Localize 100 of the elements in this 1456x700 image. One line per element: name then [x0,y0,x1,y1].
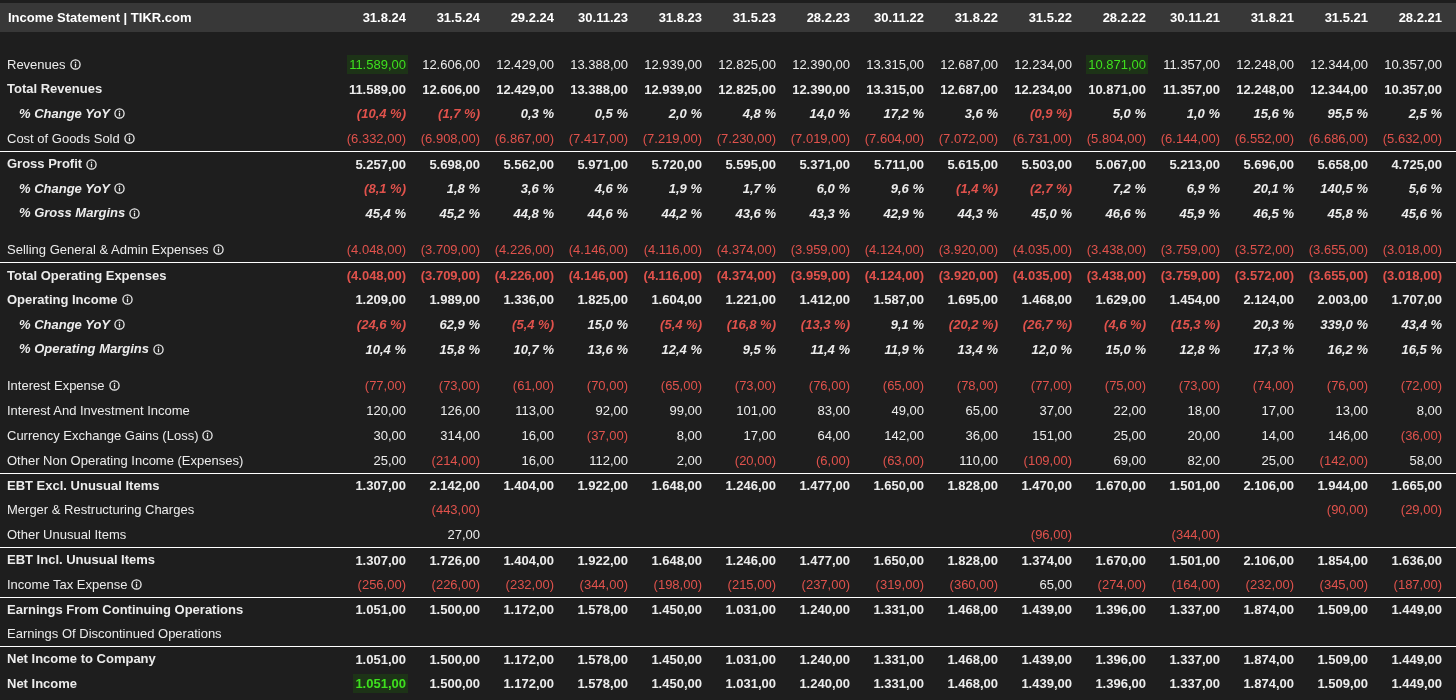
table-cell-text: 44,2 % [660,204,703,223]
table-cell-text: 11,4 % [809,340,851,359]
info-icon[interactable] [129,207,141,219]
table-cell-text: 1.307,00 [354,551,407,570]
table-cell-text: (344,00) [1170,526,1221,545]
table-cell-text: (7.019,00) [789,130,851,149]
table-cell-text: 1.874,00 [1242,650,1295,669]
table-cell-text: 112,00 [588,451,629,470]
table-cell-text: (6.908,00) [419,130,481,149]
table-cell-text: 1.648,00 [650,477,703,496]
info-icon[interactable] [114,108,126,120]
table-cell-text: (5.804,00) [1085,130,1147,149]
info-icon[interactable] [114,318,126,330]
table-cell-text: 5.257,00 [354,155,407,174]
table-cell-text: 3,6 % [519,179,555,198]
table-cell-text: 15,0 % [586,315,629,334]
info-icon[interactable] [123,133,135,145]
table-cell-text: 1.629,00 [1094,291,1147,310]
table-cell-text: (237,00) [800,575,851,594]
table-cell-text: (214,00) [430,451,481,470]
table-cell-text: 11,9 % [883,340,925,359]
table-cell-text: 1,9 % [667,179,703,198]
table-cell-text: 1.240,00 [798,601,851,620]
table-cell-text: 11.589,00 [347,80,407,99]
table-cell-text: 4,6 % [593,179,629,198]
table-cell-text: 1.336,00 [502,291,555,310]
table-cell-text: 12.234,00 [1013,80,1073,99]
table-cell-text: (13,3 %) [799,315,851,334]
row-label: Income Tax Expense [7,575,128,594]
table-cell-text: (164,00) [1170,575,1221,594]
table-cell-text: 1.578,00 [576,601,629,620]
info-icon[interactable] [202,430,214,442]
table-cell-text: 1,8 % [445,179,481,198]
table-cell-text: 1.477,00 [798,551,851,570]
period-header: 29.2.24 [509,8,555,27]
table-cell-text: 5.213,00 [1168,155,1221,174]
table-cell-text: 1.854,00 [1316,551,1369,570]
info-icon[interactable] [153,343,165,355]
table-cell-text: (1,4 %) [955,179,999,198]
info-icon[interactable] [114,182,126,194]
table-cell-text: 1.337,00 [1168,601,1221,620]
period-header: 30.11.22 [873,8,925,27]
table-cell-text: 45,8 % [1326,204,1369,223]
info-icon[interactable] [108,380,120,392]
table-cell-text: (4.146,00) [567,266,629,285]
table-cell-text: 13.315,00 [865,55,925,74]
table-cell-text: 20,1 % [1252,179,1295,198]
table-cell-text: 110,00 [958,451,999,470]
info-icon[interactable] [121,294,133,306]
table-cell-text: (76,00) [807,377,851,396]
table-cell-text: 12.606,00 [421,55,481,74]
table-cell-text: 1.828,00 [946,551,999,570]
period-header: 31.5.24 [435,8,481,27]
table-cell-text: 140,5 % [1319,179,1369,198]
table-cell-text: (6,00) [815,451,851,470]
table-cell-text: (3.438,00) [1085,241,1147,260]
table-cell-text: 45,6 % [1400,204,1443,223]
table-cell-text: 1.500,00 [428,601,481,620]
period-header: 31.5.23 [731,8,777,27]
table-cell-text: 5.371,00 [798,155,851,174]
table-cell-text: 9,6 % [889,179,925,198]
table-cell-text: (0,9 %) [1029,105,1073,124]
period-header: 31.8.21 [1249,8,1295,27]
table-cell-text: 13.388,00 [569,55,629,74]
table-cell-text: (15,3 %) [1169,315,1221,334]
info-icon[interactable] [69,58,81,70]
table-cell-text: 10,7 % [512,340,555,359]
table-cell: 10.871,00 [1086,54,1148,74]
table-cell-text: (65,00) [881,377,925,396]
table-cell-text: (4.116,00) [642,241,703,260]
table-cell-text: 1.670,00 [1094,551,1147,570]
period-header: 31.8.22 [953,8,999,27]
table-cell-text: 45,0 % [1030,204,1073,223]
table-cell-text: (20,00) [733,451,777,470]
table-cell-text: 5,0 % [1111,105,1147,124]
table-cell-text: 1.509,00 [1316,675,1369,693]
table-cell-text: (142,00) [1318,451,1369,470]
table-cell-text: 1.922,00 [576,551,629,570]
table-cell-text: (345,00) [1318,575,1369,594]
table-cell-text: 1.246,00 [724,477,777,496]
info-icon[interactable] [212,244,224,256]
table-cell-text: 1.922,00 [576,477,629,496]
table-cell-text: 11.357,00 [1161,80,1221,99]
info-icon[interactable] [131,578,143,590]
table-cell-text: 12.606,00 [421,80,481,99]
table-cell-text: 8,00 [1415,402,1443,421]
table-cell-text: 13.315,00 [865,80,925,99]
table-cell-text: (3.655,00) [1307,266,1369,285]
table-cell-text: 99,00 [668,402,703,421]
table-cell-text: 15,6 % [1252,105,1295,124]
table-cell-text: 8,00 [675,427,703,446]
table-cell-text: 44,8 % [512,204,555,223]
table-cell-text: 5,6 % [1407,179,1443,198]
table-cell-text: 1.337,00 [1168,650,1221,669]
info-icon[interactable] [86,158,98,170]
table-cell-text: 43,4 % [1400,315,1443,334]
table-cell-text: 4,8 % [741,105,777,124]
table-cell-text: (10,4 %) [355,105,407,124]
table-cell-text: 1.031,00 [724,675,777,693]
table-cell-text: 1.650,00 [872,477,925,496]
